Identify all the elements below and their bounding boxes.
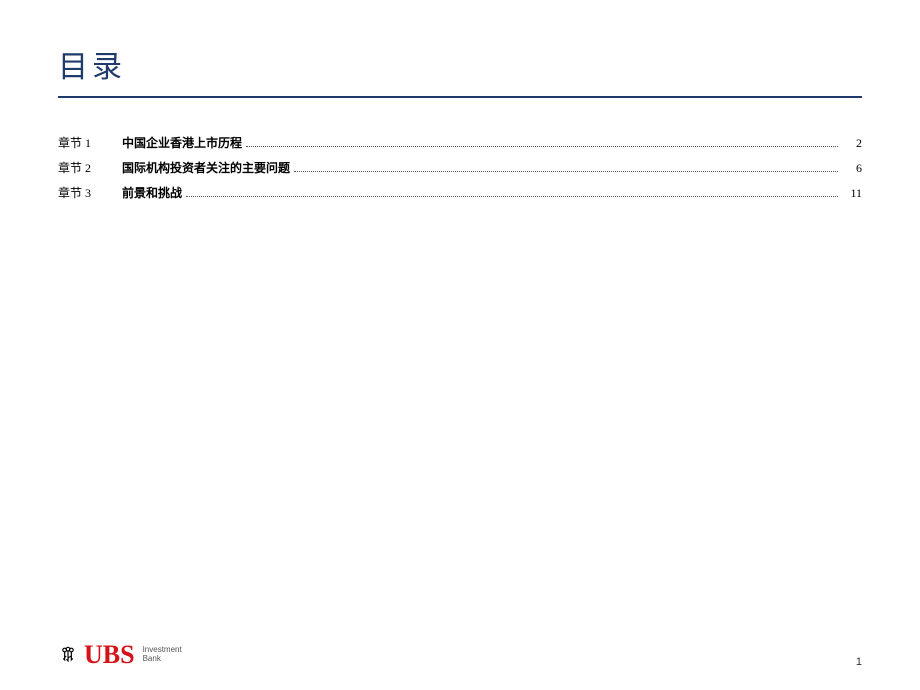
- toc-entry-title: 国际机构投资者关注的主要问题: [122, 159, 290, 176]
- toc-leader-dots: [294, 171, 838, 172]
- toc-page-number: 2: [842, 136, 862, 151]
- toc-entry-title: 前景和挑战: [122, 184, 182, 201]
- toc-chapter-label: 章节 3: [58, 184, 122, 201]
- toc-leader-dots: [186, 196, 838, 197]
- toc-item: 章节 2 国际机构投资者关注的主要问题 6: [58, 159, 862, 176]
- toc-chapter-label: 章节 2: [58, 159, 122, 176]
- toc-item: 章节 3 前景和挑战 11: [58, 184, 862, 201]
- table-of-contents: 章节 1 中国企业香港上市历程 2 章节 2 国际机构投资者关注的主要问题 6 …: [58, 134, 862, 201]
- toc-page-number: 6: [842, 161, 862, 176]
- ubs-wordmark: UBS: [84, 642, 135, 668]
- ubs-sub-line2: Bank: [143, 655, 182, 664]
- toc-item: 章节 1 中国企业香港上市历程 2: [58, 134, 862, 151]
- title-divider: [58, 96, 862, 98]
- page-number: 1: [856, 656, 862, 668]
- toc-chapter-label: 章节 1: [58, 134, 122, 151]
- toc-entry-title: 中国企业香港上市历程: [122, 134, 242, 151]
- ubs-subbrand: Investment Bank: [143, 646, 182, 664]
- keys-icon: [58, 645, 78, 665]
- toc-leader-dots: [246, 146, 838, 147]
- page-footer: UBS Investment Bank 1: [58, 642, 862, 668]
- page-title: 目录: [58, 42, 862, 86]
- toc-page-number: 11: [842, 186, 862, 201]
- ubs-logo: UBS Investment Bank: [58, 642, 182, 668]
